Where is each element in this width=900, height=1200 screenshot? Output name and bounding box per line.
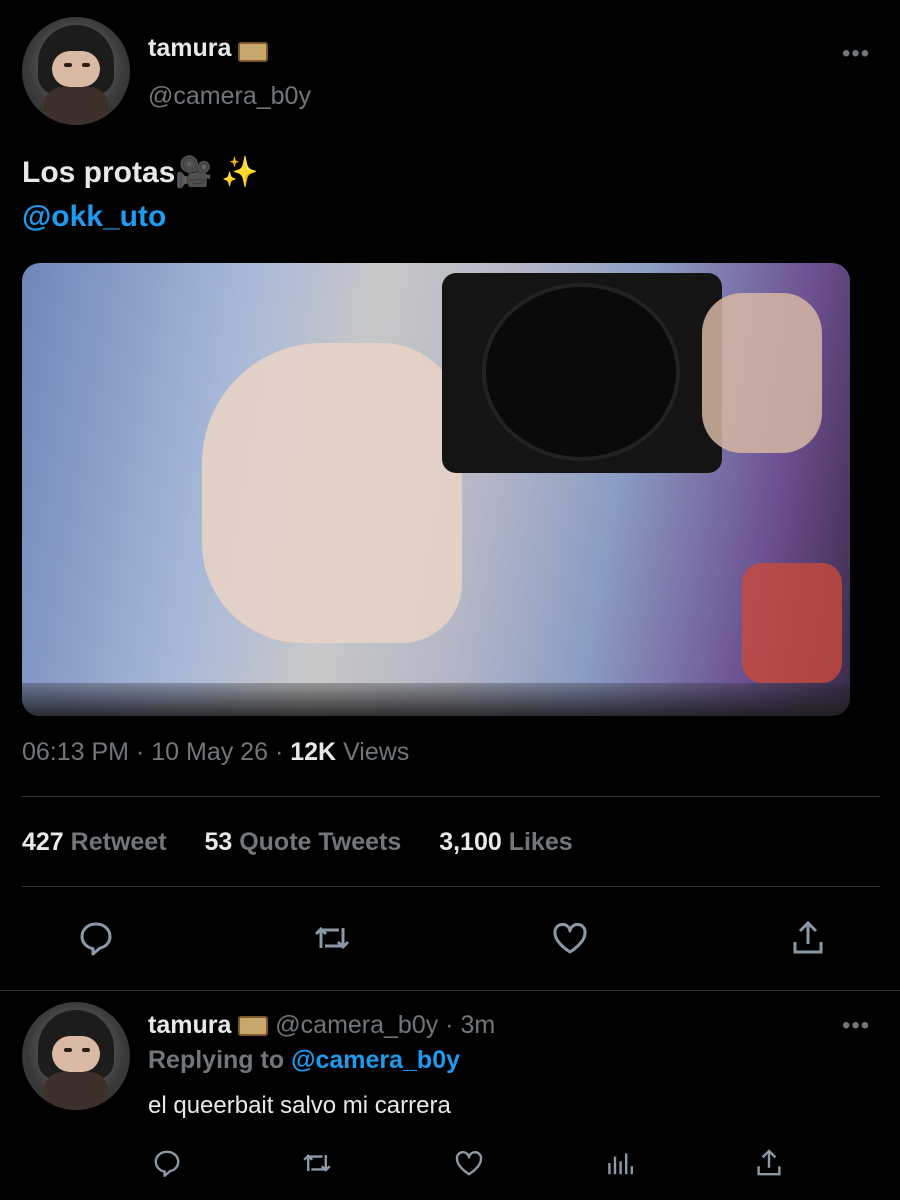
reply-text: el queerbait salvo mi carrera	[148, 1092, 451, 1119]
retweet-icon[interactable]	[300, 1146, 334, 1180]
like-icon[interactable]	[548, 918, 592, 958]
retweet-icon[interactable]	[310, 918, 354, 958]
author-avatar[interactable]	[22, 17, 130, 125]
tweet-text-line: Los protas	[22, 156, 176, 189]
divider	[22, 886, 880, 887]
tweet-emojis: 🎥 ✨	[175, 156, 259, 189]
divider	[22, 796, 880, 797]
quotes-stat[interactable]: 53 Quote Tweets	[204, 828, 401, 856]
share-icon[interactable]	[752, 1146, 786, 1180]
mention-link[interactable]: @okk_uto	[22, 200, 166, 234]
share-icon[interactable]	[786, 918, 830, 958]
author-name-row: tamura	[148, 34, 268, 63]
reply-header: tamura @camera_b0y · 3m	[148, 1011, 496, 1039]
reply-author-name[interactable]: tamura	[148, 1011, 231, 1039]
reply-age: 3m	[460, 1011, 496, 1039]
reply-avatar[interactable]	[22, 1002, 130, 1110]
author-handle[interactable]: @camera_b0y	[148, 82, 311, 111]
retweets-stat[interactable]: 427 Retweet	[22, 828, 167, 856]
replying-to: Replying to @camera_b0y	[148, 1046, 460, 1074]
reply-more-button[interactable]: •••	[842, 1012, 870, 1040]
reply-icon[interactable]	[150, 1146, 184, 1180]
tweet-stats: 427 Retweet 53 Quote Tweets 3,100 Likes	[22, 828, 573, 857]
divider	[0, 990, 900, 991]
reply-author-handle[interactable]: @camera_b0y	[275, 1011, 438, 1039]
tweet-time: 06:13 PM	[22, 738, 130, 766]
views-icon[interactable]	[602, 1146, 636, 1180]
like-icon[interactable]	[452, 1146, 486, 1180]
author-name[interactable]: tamura	[148, 34, 231, 62]
likes-stat[interactable]: 3,100 Likes	[439, 828, 572, 856]
tweet-meta: 06:13 PM · 10 May 26 · 12K Views	[22, 738, 410, 766]
reply-icon[interactable]	[74, 918, 118, 958]
tweet-photo[interactable]	[22, 263, 850, 716]
more-options-button[interactable]: •••	[842, 40, 870, 68]
tweet-text: Los protas🎥 ✨	[22, 155, 258, 190]
box-emoji-icon	[237, 41, 268, 62]
box-emoji-icon	[238, 1016, 269, 1037]
replying-to-handle[interactable]: @camera_b0y	[291, 1046, 460, 1074]
views-label: Views	[343, 738, 410, 766]
views-count: 12K	[290, 738, 337, 766]
tweet-date: 10 May 26	[151, 738, 268, 766]
